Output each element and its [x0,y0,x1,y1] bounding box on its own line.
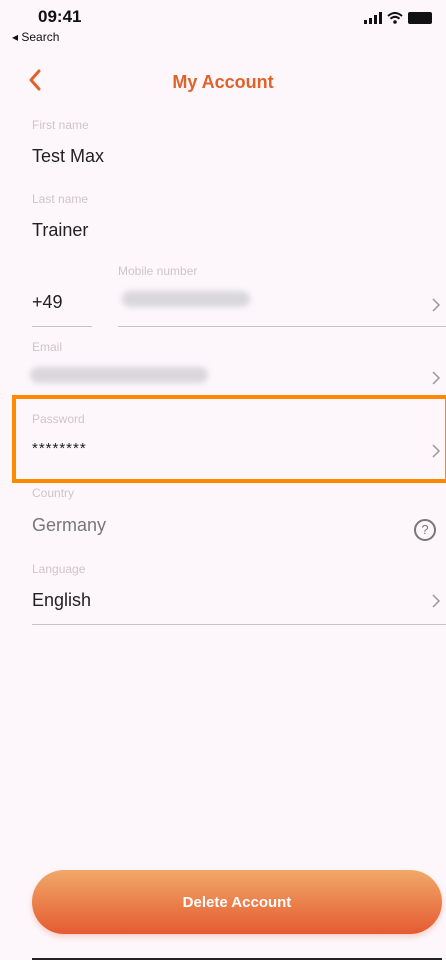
first-name-value[interactable]: Test Max [32,146,104,167]
battery-icon [408,12,432,24]
email-label: Email [32,340,63,354]
country-value: Germany [32,515,107,535]
last-name-label: Last name [32,192,89,206]
chevron-right-icon[interactable] [430,443,442,459]
nav-bar: My Account [0,50,446,112]
mobile-number-redacted [122,291,250,307]
password-label: Password [32,412,85,426]
country-label: Country [32,486,75,500]
language-underline [32,624,446,625]
delete-account-button[interactable]: Delete Account [32,870,442,934]
mobile-number-label: Mobile number [118,264,198,278]
page-title: My Account [172,72,274,92]
status-time: 09:41 [38,7,82,26]
chevron-right-icon[interactable] [430,297,442,313]
help-icon[interactable]: ? [414,519,436,541]
country-code-underline [32,326,92,327]
signal-icon [364,12,382,24]
back-to-search-link[interactable]: ◂ Search [12,30,59,44]
chevron-right-icon[interactable] [430,370,442,386]
chevron-right-icon[interactable] [430,593,442,609]
status-icons [364,12,432,24]
last-name-value[interactable]: Trainer [32,220,88,241]
wifi-icon [387,12,403,24]
language-label: Language [32,562,86,576]
first-name-label: First name [32,118,89,132]
password-highlight-box [12,395,446,483]
email-redacted [30,367,208,383]
country-code-value[interactable]: +49 [32,292,63,313]
language-value[interactable]: English [32,590,91,611]
mobile-number-underline [118,326,446,327]
password-value[interactable]: ******** [32,440,87,457]
status-bar: 09:41 ◂ Search [0,0,446,50]
